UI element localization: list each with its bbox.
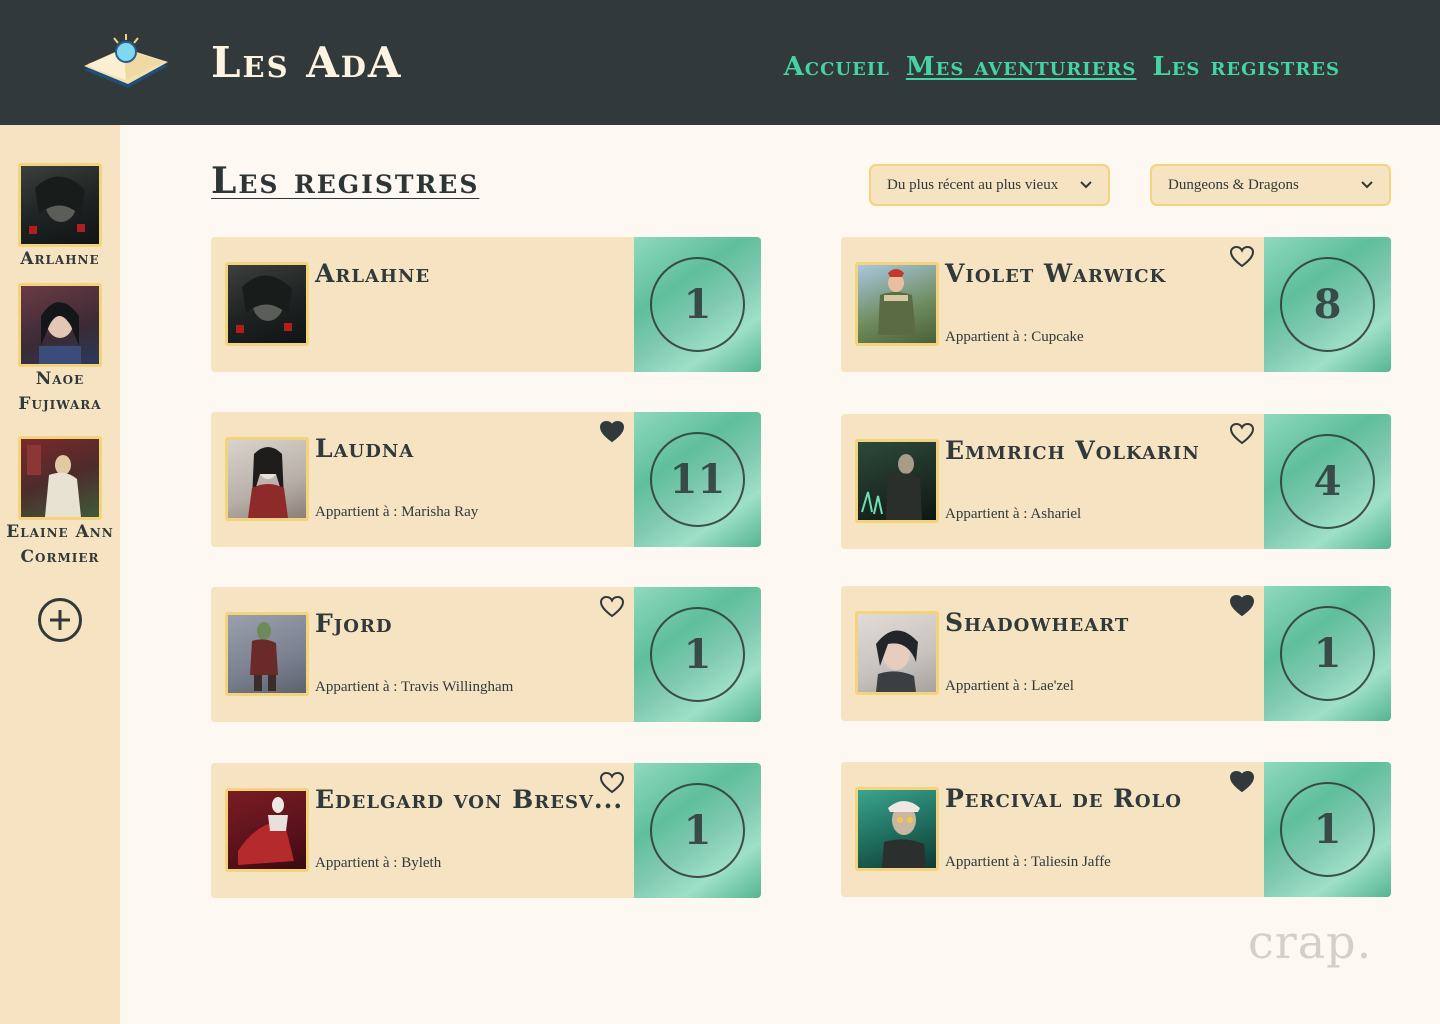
- character-card-fjord[interactable]: Fjord Appartient à : Travis Willingham 1: [211, 587, 761, 722]
- level-badge: 11: [650, 432, 745, 527]
- level-panel: 1: [1264, 586, 1391, 721]
- sidebar-item-arlahne[interactable]: Arlahne: [0, 163, 120, 272]
- game-select[interactable]: Dungeons & Dragons: [1150, 164, 1391, 206]
- card-name: Fjord: [315, 609, 393, 638]
- level-panel: 4: [1264, 414, 1391, 549]
- heart-outline-icon[interactable]: [599, 595, 625, 619]
- character-card-arlahne[interactable]: Arlahne 1: [211, 237, 761, 372]
- level-panel: 11: [634, 412, 761, 547]
- heart-outline-icon[interactable]: [1229, 245, 1255, 269]
- heart-outline-icon[interactable]: [1229, 422, 1255, 446]
- card-name: Edelgard von Bresv...: [315, 785, 624, 814]
- sort-select[interactable]: Du plus récent au plus vieux: [869, 164, 1110, 206]
- nav-accueil[interactable]: Accueil: [784, 52, 890, 82]
- avatar: [225, 788, 309, 872]
- level-badge: 1: [1280, 606, 1375, 701]
- character-card-violet-warwick[interactable]: Violet Warwick Appartient à : Cupcake 8: [841, 237, 1391, 372]
- sidebar-item-label: Naoe Fujiwara: [18, 369, 102, 414]
- heart-outline-icon[interactable]: [599, 771, 625, 795]
- card-name: Arlahne: [315, 259, 431, 288]
- level-panel: 1: [634, 763, 761, 898]
- nav-mes-aventuriers[interactable]: Mes aventuriers: [906, 52, 1137, 82]
- character-card-edelgard[interactable]: Edelgard von Bresv... Appartient à : Byl…: [211, 763, 761, 898]
- level-badge: 1: [650, 783, 745, 878]
- level-panel: 1: [1264, 762, 1391, 897]
- card-owner: Appartient à : Taliesin Jaffe: [945, 854, 1111, 870]
- watermark: crap.: [1248, 915, 1373, 969]
- level-panel: 1: [634, 587, 761, 722]
- main-nav: Accueil Mes aventuriers Les registres: [784, 52, 1340, 82]
- book-dice-logo[interactable]: [78, 30, 172, 94]
- card-owner: Appartient à : Ashariel: [945, 506, 1082, 522]
- card-owner: Appartient à : Lae'zel: [945, 678, 1074, 694]
- card-owner: Appartient à : Marisha Ray: [315, 504, 479, 520]
- sidebar: Arlahne Naoe Fujiwara Elaine Ann Cormier: [0, 125, 120, 1024]
- heart-filled-icon[interactable]: [599, 420, 625, 444]
- avatar: [855, 611, 939, 695]
- sort-select-value: Du plus récent au plus vieux: [887, 176, 1059, 193]
- sidebar-item-label: Arlahne: [20, 249, 100, 269]
- character-card-emmrich-volkarin[interactable]: Emmrich Volkarin Appartient à : Ashariel…: [841, 414, 1391, 549]
- app-title[interactable]: Les AdA: [211, 38, 403, 87]
- level-badge: 1: [650, 607, 745, 702]
- card-owner: Appartient à : Byleth: [315, 855, 442, 871]
- character-card-laudna[interactable]: Laudna Appartient à : Marisha Ray 11: [211, 412, 761, 547]
- sidebar-item-elaine-ann-cormier[interactable]: Elaine Ann Cormier: [0, 436, 120, 570]
- card-name: Percival de Rolo: [945, 784, 1182, 813]
- sidebar-item-label: Elaine Ann Cormier: [6, 522, 114, 567]
- level-badge: 1: [1280, 782, 1375, 877]
- chevron-down-icon: [1080, 181, 1092, 189]
- plus-icon: [50, 610, 70, 630]
- page-title: Les registres: [211, 160, 480, 202]
- character-card-shadowheart[interactable]: Shadowheart Appartient à : Lae'zel 1: [841, 586, 1391, 721]
- level-badge: 1: [650, 257, 745, 352]
- avatar: [855, 787, 939, 871]
- nav-les-registres[interactable]: Les registres: [1152, 52, 1340, 82]
- avatar: [18, 163, 102, 247]
- heart-filled-icon[interactable]: [1229, 594, 1255, 618]
- level-badge: 8: [1280, 257, 1375, 352]
- card-owner: Appartient à : Cupcake: [945, 329, 1084, 345]
- card-name: Violet Warwick: [945, 259, 1167, 288]
- card-name: Laudna: [315, 434, 415, 463]
- avatar: [18, 283, 102, 367]
- avatar: [225, 612, 309, 696]
- level-panel: 8: [1264, 237, 1391, 372]
- card-owner: Appartient à : Travis Willingham: [315, 679, 514, 695]
- add-character-button[interactable]: [38, 598, 82, 642]
- sidebar-item-naoe-fujiwara[interactable]: Naoe Fujiwara: [0, 283, 120, 417]
- avatar: [225, 437, 309, 521]
- level-badge: 4: [1280, 434, 1375, 529]
- avatar: [225, 262, 309, 346]
- chevron-down-icon: [1361, 181, 1373, 189]
- card-name: Emmrich Volkarin: [945, 436, 1200, 465]
- character-card-percival-de-rolo[interactable]: Percival de Rolo Appartient à : Taliesin…: [841, 762, 1391, 897]
- game-select-value: Dungeons & Dragons: [1168, 176, 1299, 193]
- card-name: Shadowheart: [945, 608, 1130, 637]
- heart-filled-icon[interactable]: [1229, 770, 1255, 794]
- avatar: [18, 436, 102, 520]
- avatar: [855, 262, 939, 346]
- level-panel: 1: [634, 237, 761, 372]
- avatar: [855, 439, 939, 523]
- header: Les AdA Accueil Mes aventuriers Les regi…: [0, 0, 1440, 125]
